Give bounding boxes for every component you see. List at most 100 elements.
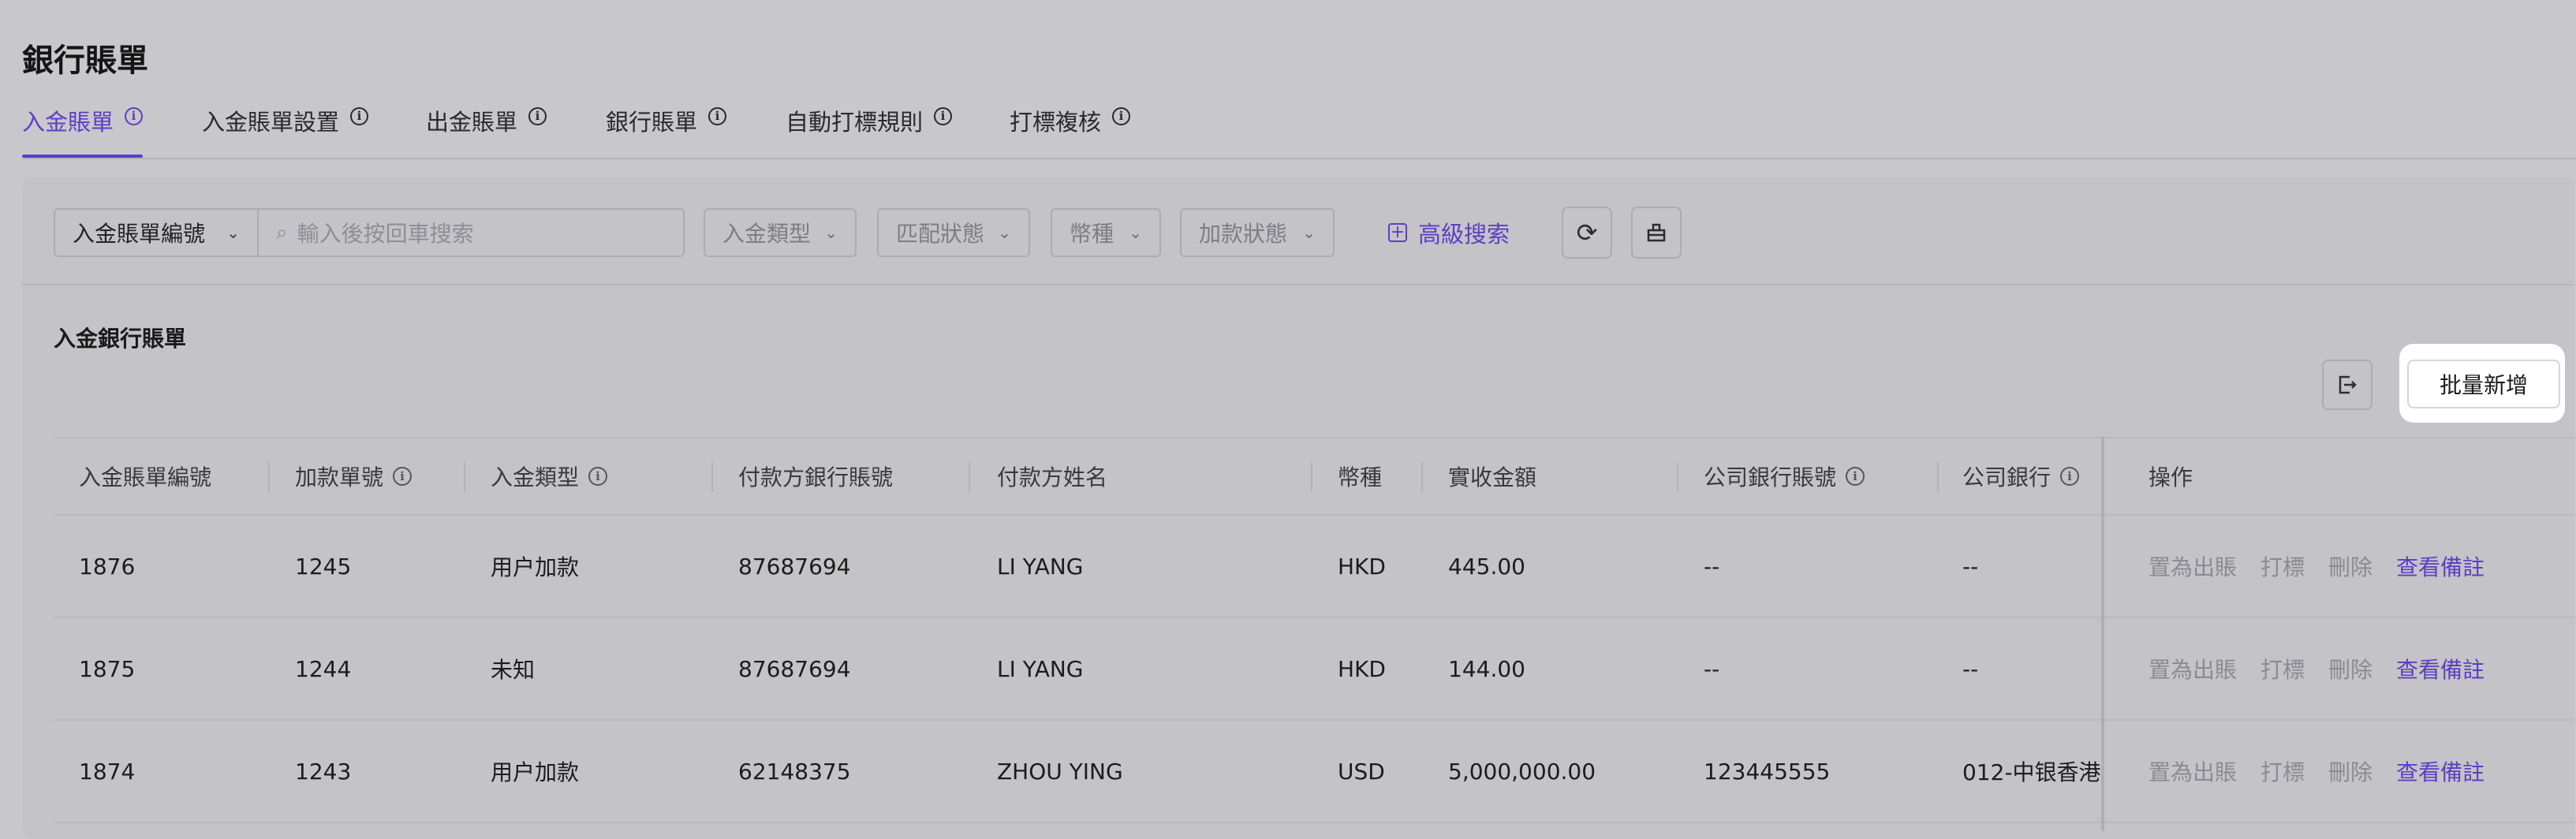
cell-credit-no: 1243 <box>295 758 352 785</box>
tab-deposit-statement-settings[interactable]: 入金賬單設置 i <box>202 104 369 156</box>
refresh-icon: ⟳ <box>1576 218 1598 248</box>
cell-statement-no: 1876 <box>79 553 136 580</box>
cell-payer-name: LI YANG <box>997 553 1084 580</box>
column-divider <box>1311 462 1312 492</box>
info-icon[interactable]: i <box>588 467 608 486</box>
tab-withdrawal-statement[interactable]: 出金賬單 i <box>426 104 547 156</box>
header-deposit-type: 入金類型 i <box>491 438 608 514</box>
header-amount: 實收金額 <box>1448 438 1536 514</box>
cell-company-bank: -- <box>1962 553 1979 580</box>
column-divider <box>1421 462 1423 492</box>
match-status-select[interactable]: 匹配狀態 ⌄ <box>877 208 1030 257</box>
export-icon <box>2339 375 2357 394</box>
header-label: 幣種 <box>1338 464 1383 490</box>
header-payer-account: 付款方銀行賬號 <box>738 438 893 514</box>
column-divider <box>711 462 713 492</box>
info-icon[interactable]: i <box>528 107 547 125</box>
chevron-down-icon: ⌄ <box>824 223 838 242</box>
column-divider <box>969 462 970 492</box>
cell-currency: HKD <box>1338 655 1386 682</box>
header-label: 入金類型 <box>491 464 580 490</box>
info-icon[interactable]: i <box>350 107 369 125</box>
cell-deposit-type: 未知 <box>491 657 536 683</box>
tab-label: 入金賬單 <box>22 109 114 136</box>
header-label: 公司銀行賬號 <box>1704 464 1837 490</box>
deposit-type-select[interactable]: 入金類型 ⌄ <box>704 208 857 257</box>
header-label: 公司銀行 <box>1962 464 2051 490</box>
cell-company-account: -- <box>1704 553 1720 580</box>
batch-add-button[interactable]: 批量新增 <box>2407 360 2560 408</box>
clear-button[interactable] <box>1631 207 1682 259</box>
cell-deposit-type: 用户加款 <box>491 554 580 580</box>
chevron-down-icon: ⌄ <box>1129 223 1142 242</box>
cell-amount: 144.00 <box>1448 655 1525 682</box>
cell-payer-account: 87687694 <box>738 553 851 580</box>
header-payer-name: 付款方姓名 <box>997 438 1107 514</box>
info-icon[interactable]: i <box>125 107 144 125</box>
cell-statement-no: 1875 <box>79 655 136 682</box>
cell-company-bank: -- <box>1962 655 1979 682</box>
cell-payer-account: 62148375 <box>738 758 851 785</box>
deposit-type-label: 入金類型 <box>722 221 812 247</box>
tab-bank-statement[interactable]: 銀行賬單 i <box>606 104 727 156</box>
cell-payer-account: 87687694 <box>738 655 851 682</box>
cell-company-account: -- <box>1704 655 1720 682</box>
search-icon: ⌕ <box>276 220 288 244</box>
currency-label: 幣種 <box>1070 221 1114 247</box>
header-label: 加款單號 <box>295 464 384 490</box>
info-icon[interactable]: i <box>1112 107 1131 125</box>
cell-statement-no: 1874 <box>79 758 136 785</box>
advanced-search-button[interactable]: + 高級搜索 <box>1388 208 1510 257</box>
filter-bar: 入金賬單編號 ⌄ ⌕ 輸入後按回車搜索 入金類型 ⌄ 匹配狀態 ⌄ 幣種 ⌄ 加… <box>22 177 2574 285</box>
header-statement-no: 入金賬單編號 <box>79 438 211 514</box>
match-status-label: 匹配狀態 <box>896 221 985 247</box>
search-input[interactable]: ⌕ 輸入後按回車搜索 <box>257 208 685 257</box>
column-divider <box>1677 462 1678 492</box>
cell-deposit-type: 用户加款 <box>491 759 580 785</box>
column-divider <box>1937 462 1939 492</box>
currency-select[interactable]: 幣種 ⌄ <box>1051 208 1161 257</box>
header-label: 實收金額 <box>1448 464 1537 490</box>
tab-label: 打標複核 <box>1010 109 1102 136</box>
chevron-down-icon: ⌄ <box>998 223 1011 242</box>
search-field-select[interactable]: 入金賬單編號 ⌄ <box>54 208 259 257</box>
export-button[interactable] <box>2322 360 2373 410</box>
plus-square-icon: + <box>1388 223 1407 242</box>
info-icon[interactable]: i <box>393 467 413 486</box>
info-icon[interactable]: i <box>1846 467 1865 486</box>
info-icon[interactable]: i <box>2060 467 2080 486</box>
header-label: 付款方銀行賬號 <box>738 464 894 490</box>
column-divider <box>268 462 270 492</box>
cell-amount: 445.00 <box>1448 553 1525 580</box>
clear-filter-icon <box>1647 223 1666 242</box>
tab-auto-tag-rules[interactable]: 自動打標規則 i <box>786 104 953 156</box>
cell-currency: HKD <box>1338 553 1386 580</box>
tab-bar: 入金賬單 i 入金賬單設置 i 出金賬單 i 銀行賬單 i 自動打標規則 i 打… <box>22 104 2576 159</box>
cell-credit-no: 1245 <box>295 553 352 580</box>
refresh-button[interactable]: ⟳ <box>1562 207 1612 259</box>
header-currency: 幣種 <box>1338 438 1382 514</box>
header-label: 入金賬單編號 <box>79 464 212 490</box>
info-icon[interactable]: i <box>934 107 953 125</box>
credit-status-label: 加款狀態 <box>1199 221 1288 247</box>
tab-deposit-statement[interactable]: 入金賬單 i <box>22 104 144 158</box>
tab-tag-review[interactable]: 打標複核 i <box>1010 104 1131 156</box>
search-field-label: 入金賬單編號 <box>73 221 206 247</box>
info-icon[interactable]: i <box>708 107 727 125</box>
tab-label: 出金賬單 <box>426 109 518 136</box>
tab-label: 銀行賬單 <box>606 109 698 136</box>
cell-payer-name: ZHOU YING <box>997 758 1123 785</box>
cell-company-bank: 012-中银香港 <box>1962 759 2101 785</box>
column-divider <box>464 462 465 492</box>
header-company-bank: 公司銀行 i <box>1962 438 2080 514</box>
chevron-down-icon: ⌄ <box>226 223 240 242</box>
page-title: 銀行賬單 <box>22 43 148 79</box>
cell-credit-no: 1244 <box>295 655 352 682</box>
fixed-actions-column <box>2103 437 2576 831</box>
credit-status-select[interactable]: 加款狀態 ⌄ <box>1180 208 1335 257</box>
header-credit-no: 加款單號 i <box>295 438 413 514</box>
header-company-account: 公司銀行賬號 i <box>1704 438 1865 514</box>
cell-amount: 5,000,000.00 <box>1448 758 1596 785</box>
header-label: 付款方姓名 <box>997 464 1108 490</box>
cell-payer-name: LI YANG <box>997 655 1084 682</box>
